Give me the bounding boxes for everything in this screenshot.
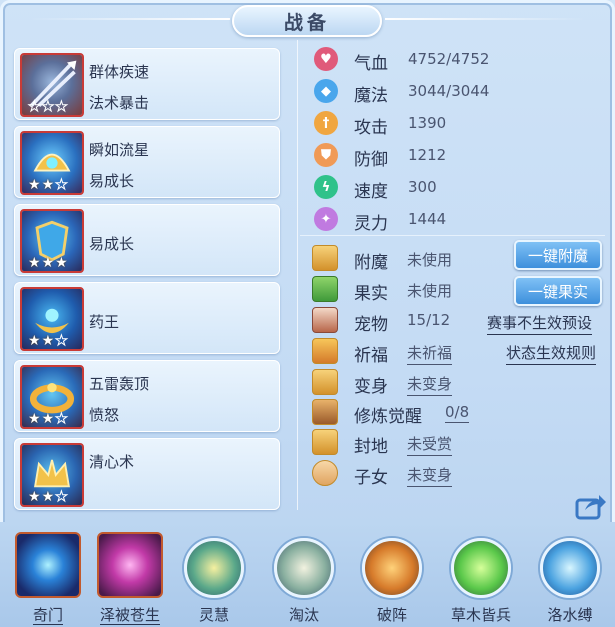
skill-trait: 药王 — [89, 313, 120, 331]
sparkle-icon: ✦ — [314, 207, 338, 231]
info-label: 祈福 — [354, 346, 388, 366]
skill-card[interactable]: ★ ★ ★ 易成长 — [14, 204, 280, 276]
formation-label: 奇门 — [32, 606, 63, 625]
blade-icon — [274, 538, 334, 598]
skill-trait: 易成长 — [89, 235, 135, 253]
stat-spirit: ✦ 灵力 1444 — [314, 206, 446, 234]
warrior-icon — [451, 538, 511, 598]
fruit-icon — [312, 276, 338, 302]
pet-icon — [312, 307, 338, 333]
stat-speed: ϟ 速度 300 — [314, 174, 437, 202]
shield-icon: ⛊ — [314, 143, 338, 167]
lightning-icon: ϟ — [314, 175, 338, 199]
stat-label: 速度 — [354, 182, 388, 202]
title-ornament-right — [385, 18, 585, 20]
info-value-link[interactable]: 0/8 — [445, 403, 470, 423]
event-preset-link[interactable]: 赛事不生效预设 — [487, 312, 593, 335]
heart-icon: ♥ — [314, 47, 338, 71]
star-rating: ★ ★ ★ — [28, 333, 68, 349]
skill-trait: 愤怒 — [89, 406, 120, 424]
info-value-link[interactable]: 未祈福 — [407, 342, 453, 365]
formation-label: 草木皆兵 — [450, 606, 511, 624]
star-rating: ★ ★ ★ — [28, 411, 68, 427]
sword-icon: † — [314, 111, 338, 135]
stat-hp: ♥ 气血 4752/4752 — [314, 46, 489, 74]
star-rating: ★ ★ ★ — [28, 99, 69, 115]
one-click-fruit-button[interactable]: 一键果实 — [514, 276, 602, 306]
compass-icon — [15, 532, 81, 598]
skill-name: 瞬如流星 — [89, 141, 150, 159]
skill-card[interactable]: ★ ★ ★ 瞬如流星 易成长 — [14, 126, 280, 198]
info-label: 子女 — [354, 468, 388, 488]
child-icon — [312, 460, 338, 486]
column-divider — [297, 40, 298, 510]
stat-label: 魔法 — [354, 86, 388, 106]
formation-label: 淘汰 — [288, 606, 319, 624]
share-icon[interactable] — [575, 492, 607, 520]
info-label: 附魔 — [354, 253, 388, 273]
skill-name: 五雷轰顶 — [89, 375, 150, 393]
stat-label: 攻击 — [354, 118, 388, 138]
cultivation-icon — [312, 399, 338, 425]
info-label: 宠物 — [354, 315, 388, 335]
stat-attack: † 攻击 1390 — [314, 110, 446, 138]
stat-label: 灵力 — [354, 214, 388, 234]
info-label: 修炼觉醒 — [354, 407, 422, 427]
crown-icon: ★ ★ ★ — [20, 443, 84, 507]
skill-card[interactable]: ★ ★ ★ 群体疾速 法术暴击 — [14, 48, 280, 120]
formation-label: 破阵 — [376, 606, 407, 624]
crescent-icon: ★ ★ ★ — [20, 287, 84, 351]
skill-trait: 法术暴击 — [89, 94, 150, 112]
fief-icon — [312, 429, 338, 455]
skill-card[interactable]: ★ ★ ★ 五雷轰顶 愤怒 — [14, 360, 280, 432]
info-value-link[interactable]: 未受赏 — [407, 433, 453, 456]
info-value: 15/12 — [407, 311, 451, 329]
star-rating: ★ ★ ★ — [28, 255, 68, 271]
info-label: 果实 — [354, 284, 388, 304]
info-label: 封地 — [354, 437, 388, 457]
skill-name: 群体疾速 — [89, 63, 150, 81]
info-value: 未使用 — [407, 282, 453, 300]
one-click-enchant-button[interactable]: 一键附魔 — [514, 240, 602, 270]
diamond-icon: ◆ — [314, 79, 338, 103]
hand-icon — [97, 532, 163, 598]
skill-trait: 易成长 — [89, 172, 135, 190]
fire-icon — [362, 538, 422, 598]
water-icon — [540, 538, 600, 598]
skill-card[interactable]: ★ ★ ★ 清心术 — [14, 438, 280, 510]
section-divider — [300, 235, 605, 236]
formation-label: 洛水缚 — [547, 606, 593, 624]
stat-mp: ◆ 魔法 3044/3044 — [314, 78, 489, 106]
lance-icon: ★ ★ ★ — [20, 53, 84, 117]
transform-icon — [312, 369, 338, 395]
stat-value: 3044/3044 — [408, 82, 490, 100]
formation-label: 泽被苍生 — [99, 606, 160, 625]
stat-label: 气血 — [354, 54, 388, 74]
status-rules-link[interactable]: 状态生效规则 — [506, 342, 597, 365]
stat-value: 300 — [408, 178, 437, 196]
helmet-icon: ★ ★ ★ — [20, 131, 84, 195]
title-ornament-left — [30, 18, 230, 20]
info-label: 变身 — [354, 377, 388, 397]
page-title: 战备 — [232, 5, 382, 37]
stat-value: 1212 — [408, 146, 447, 164]
armor-icon: ★ ★ ★ — [20, 209, 84, 273]
figure-icon — [184, 538, 244, 598]
formation-label: 灵慧 — [198, 606, 229, 624]
skill-card[interactable]: ★ ★ ★ 药王 — [14, 282, 280, 354]
enchant-icon — [312, 245, 338, 271]
blessing-icon — [312, 338, 338, 364]
stat-defense: ⛊ 防御 1212 — [314, 142, 446, 170]
star-rating: ★ ★ ★ — [28, 489, 68, 505]
stat-value: 4752/4752 — [408, 50, 490, 68]
info-value-link[interactable]: 未变身 — [407, 373, 453, 396]
stat-value: 1390 — [408, 114, 447, 132]
star-rating: ★ ★ ★ — [28, 177, 68, 193]
stat-label: 防御 — [354, 150, 388, 170]
info-value: 未使用 — [407, 251, 453, 269]
skill-name: 清心术 — [89, 453, 135, 471]
ring-icon: ★ ★ ★ — [20, 365, 84, 429]
info-value-link[interactable]: 未变身 — [407, 464, 453, 487]
stat-value: 1444 — [408, 210, 447, 228]
